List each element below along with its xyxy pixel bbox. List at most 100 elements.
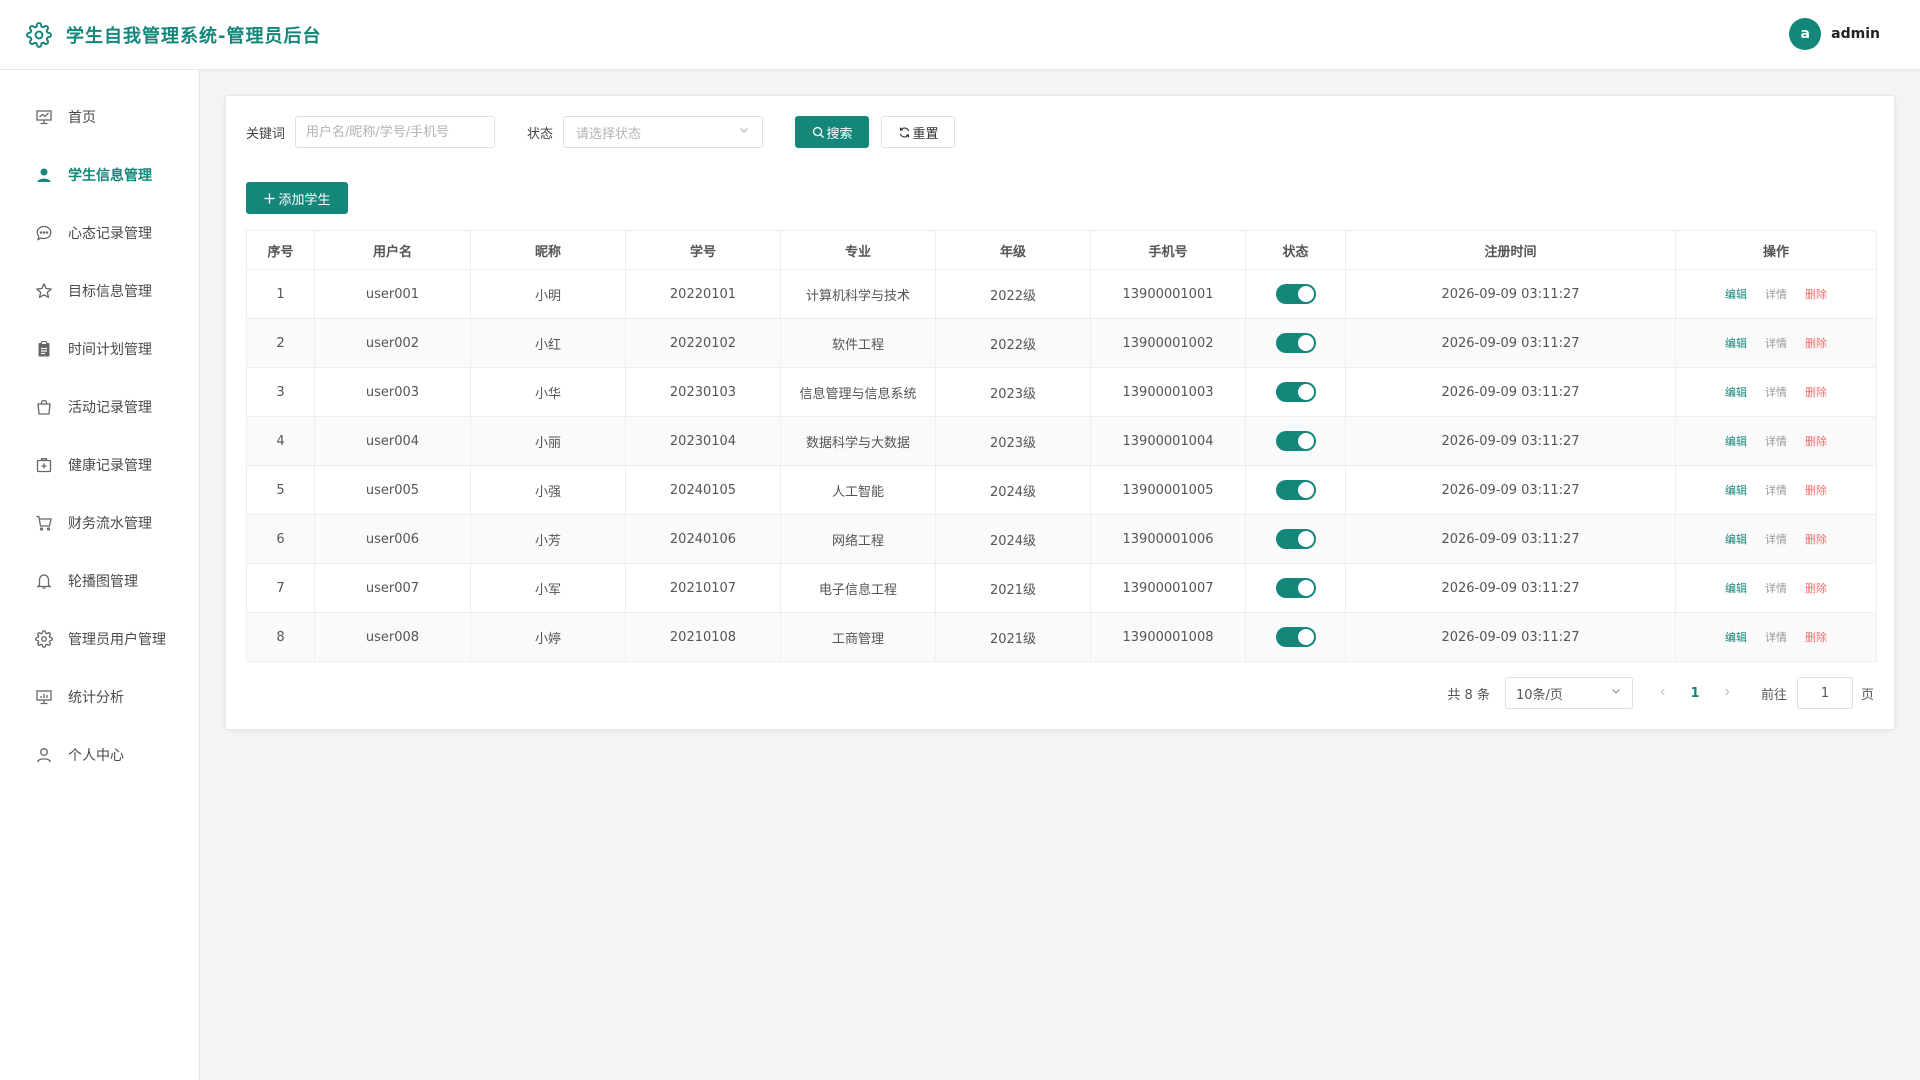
detail-link[interactable]: 详情 bbox=[1765, 533, 1787, 546]
delete-link[interactable]: 删除 bbox=[1805, 484, 1827, 497]
sidebar-item-2[interactable]: 心态记录管理 bbox=[0, 204, 199, 262]
user-menu[interactable]: a admin bbox=[1789, 18, 1880, 50]
status-toggle[interactable] bbox=[1275, 480, 1316, 500]
detail-link[interactable]: 详情 bbox=[1765, 337, 1787, 350]
status-toggle[interactable] bbox=[1275, 382, 1316, 402]
search-button[interactable]: 搜索 bbox=[795, 116, 870, 148]
column-header: 用户名 bbox=[314, 230, 471, 270]
sidebar-item-1[interactable]: 学生信息管理 bbox=[0, 146, 199, 204]
keyword-input[interactable] bbox=[295, 116, 496, 148]
sidebar-item-3[interactable]: 目标信息管理 bbox=[0, 262, 199, 320]
edit-link[interactable]: 编辑 bbox=[1725, 631, 1747, 644]
cell-nickname: 小芳 bbox=[470, 514, 626, 564]
edit-link[interactable]: 编辑 bbox=[1725, 435, 1747, 448]
avatar[interactable]: a bbox=[1789, 18, 1822, 50]
first-aid-kit-icon bbox=[35, 456, 53, 474]
table-row: 3 user003 小华 20230103 信息管理与信息系统 2023级 13900001… bbox=[246, 367, 1877, 417]
detail-link[interactable]: 详情 bbox=[1765, 484, 1787, 497]
cell-operations: 编辑 详情 删除 bbox=[1675, 465, 1877, 515]
detail-link[interactable]: 详情 bbox=[1765, 386, 1787, 399]
reset-button[interactable]: 重置 bbox=[881, 116, 956, 148]
prev-page-icon[interactable] bbox=[1653, 686, 1673, 701]
edit-link[interactable]: 编辑 bbox=[1725, 582, 1747, 595]
status-toggle[interactable] bbox=[1275, 284, 1316, 304]
shopping-cart-icon bbox=[35, 514, 53, 532]
column-header: 昵称 bbox=[470, 230, 626, 270]
delete-link[interactable]: 删除 bbox=[1805, 386, 1827, 399]
shopping-bag-icon bbox=[35, 398, 53, 416]
sidebar-item-10[interactable]: 统计分析 bbox=[0, 668, 199, 726]
cell-index: 1 bbox=[246, 269, 315, 319]
content-card: 关键词 状态 请选择状态 搜索 重置 添加学生 bbox=[225, 95, 1895, 730]
cell-grade: 2021级 bbox=[935, 612, 1091, 662]
page-number-current[interactable]: 1 bbox=[1685, 686, 1705, 701]
goto-page-input[interactable] bbox=[1796, 677, 1853, 709]
edit-link[interactable]: 编辑 bbox=[1725, 533, 1747, 546]
status-toggle[interactable] bbox=[1275, 529, 1316, 549]
edit-link[interactable]: 编辑 bbox=[1725, 337, 1747, 350]
status-toggle[interactable] bbox=[1275, 333, 1316, 353]
table-row: 2 user002 小红 20220102 软件工程 2022级 13900001002 20… bbox=[246, 318, 1877, 368]
cell-student-no: 20230104 bbox=[625, 416, 781, 466]
cell-registered: 2026-09-09 03:11:27 bbox=[1345, 563, 1676, 613]
search-button-label: 搜索 bbox=[826, 126, 853, 142]
detail-link[interactable]: 详情 bbox=[1765, 631, 1787, 644]
plus-icon bbox=[263, 192, 278, 205]
cell-nickname: 小婷 bbox=[470, 612, 626, 662]
cell-student-no: 20230103 bbox=[625, 367, 781, 417]
username[interactable]: admin bbox=[1831, 26, 1880, 42]
cell-operations: 编辑 详情 删除 bbox=[1675, 416, 1877, 466]
page-size-select[interactable]: 10条/页 bbox=[1504, 677, 1633, 709]
clipboard-icon bbox=[35, 340, 53, 358]
delete-link[interactable]: 删除 bbox=[1805, 631, 1827, 644]
status-toggle[interactable] bbox=[1275, 431, 1316, 451]
cell-status bbox=[1245, 612, 1346, 662]
edit-link[interactable]: 编辑 bbox=[1725, 288, 1747, 301]
sidebar-item-4[interactable]: 时间计划管理 bbox=[0, 320, 199, 378]
detail-link[interactable]: 详情 bbox=[1765, 288, 1787, 301]
detail-link[interactable]: 详情 bbox=[1765, 582, 1787, 595]
cell-status bbox=[1245, 269, 1346, 319]
cell-phone: 13900001006 bbox=[1090, 514, 1246, 564]
sidebar-item-0[interactable]: 首页 bbox=[0, 88, 199, 146]
sidebar-item-label: 统计分析 bbox=[68, 690, 124, 706]
cell-operations: 编辑 详情 删除 bbox=[1675, 367, 1877, 417]
sidebar-item-8[interactable]: 轮播图管理 bbox=[0, 552, 199, 610]
sidebar-item-6[interactable]: 健康记录管理 bbox=[0, 436, 199, 494]
refresh-icon bbox=[898, 126, 913, 139]
cell-nickname: 小丽 bbox=[470, 416, 626, 466]
sidebar: 首页学生信息管理心态记录管理 目标信息管理 时间计划管理 活动记录管理 健康记录管理 财务… bbox=[0, 70, 200, 1080]
sidebar-item-label: 学生信息管理 bbox=[68, 168, 152, 184]
delete-link[interactable]: 删除 bbox=[1805, 337, 1827, 350]
delete-link[interactable]: 删除 bbox=[1805, 435, 1827, 448]
star-icon bbox=[35, 282, 53, 300]
app-title: 学生自我管理系统-管理员后台 bbox=[66, 25, 322, 47]
cell-status bbox=[1245, 514, 1346, 564]
search-icon bbox=[812, 126, 827, 139]
delete-link[interactable]: 删除 bbox=[1805, 533, 1827, 546]
detail-link[interactable]: 详情 bbox=[1765, 435, 1787, 448]
cell-index: 3 bbox=[246, 367, 315, 417]
status-toggle[interactable] bbox=[1275, 578, 1316, 598]
edit-link[interactable]: 编辑 bbox=[1725, 484, 1747, 497]
cell-major: 信息管理与信息系统 bbox=[780, 367, 936, 417]
cell-status bbox=[1245, 367, 1346, 417]
status-toggle[interactable] bbox=[1275, 627, 1316, 647]
sidebar-item-7[interactable]: 财务流水管理 bbox=[0, 494, 199, 552]
next-page-icon[interactable] bbox=[1717, 686, 1737, 701]
table-row: 6 user006 小芳 20240106 网络工程 2024级 13900001006 20… bbox=[246, 514, 1877, 564]
sidebar-item-11[interactable]: 个人中心 bbox=[0, 726, 199, 784]
cell-operations: 编辑 详情 删除 bbox=[1675, 269, 1877, 319]
delete-link[interactable]: 删除 bbox=[1805, 582, 1827, 595]
cell-phone: 13900001008 bbox=[1090, 612, 1246, 662]
cell-phone: 13900001004 bbox=[1090, 416, 1246, 466]
cell-index: 4 bbox=[246, 416, 315, 466]
status-select[interactable]: 请选择状态 bbox=[563, 116, 764, 148]
sidebar-item-5[interactable]: 活动记录管理 bbox=[0, 378, 199, 436]
add-student-button[interactable]: 添加学生 bbox=[246, 182, 348, 214]
cell-username: user007 bbox=[314, 563, 471, 613]
delete-link[interactable]: 删除 bbox=[1805, 288, 1827, 301]
sidebar-item-9[interactable]: 管理员用户管理 bbox=[0, 610, 199, 668]
pagination-total: 共 8 条 bbox=[1447, 687, 1490, 703]
edit-link[interactable]: 编辑 bbox=[1725, 386, 1747, 399]
